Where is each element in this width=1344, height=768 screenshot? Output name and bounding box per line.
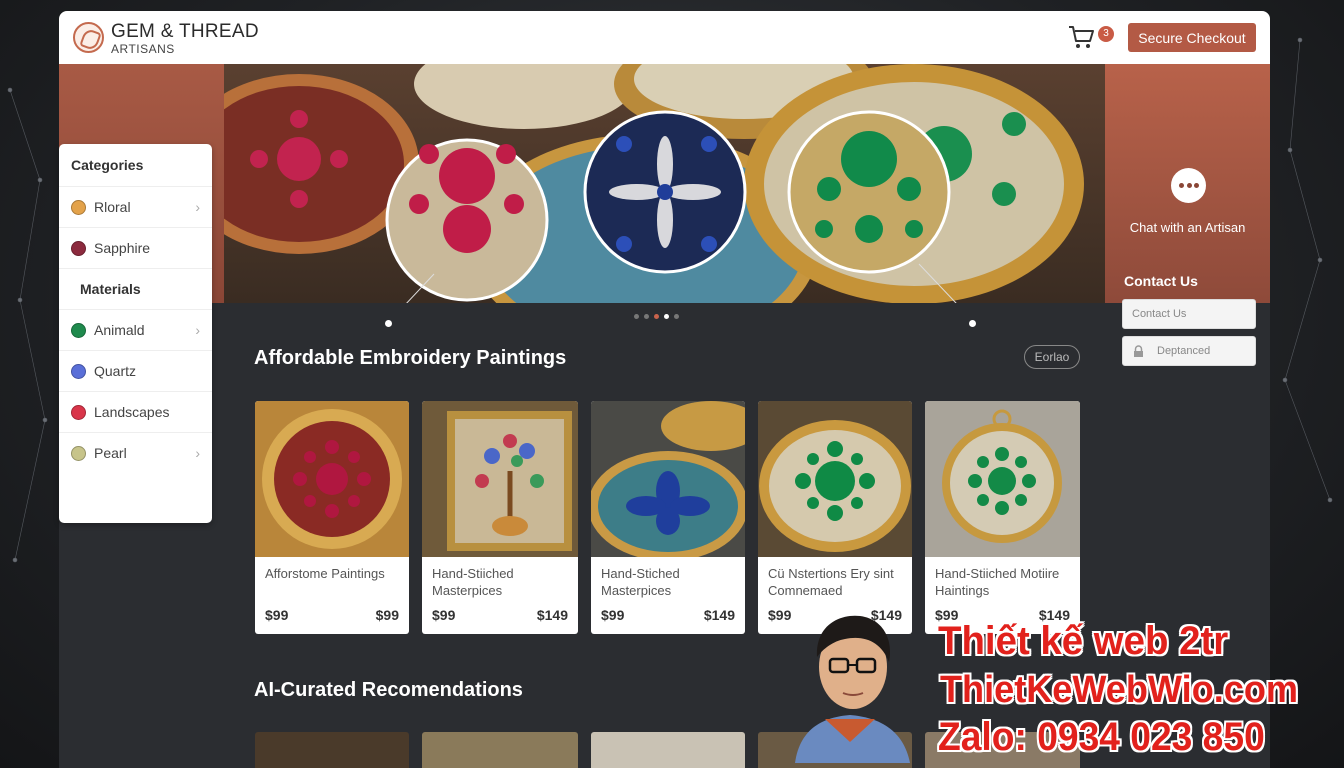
brand-name: GEM & THREAD [111,21,259,42]
sidebar-item-sapphire[interactable]: Sapphire [59,227,212,268]
product-price: $99 [935,607,959,623]
brand[interactable]: GEM & THREAD ARTISANS [111,22,259,55]
hero-gem-illustration [224,64,1084,303]
categories-heading: Categories [71,157,144,173]
category-sidebar: Categories Rloral › Sapphire Materials A… [59,144,212,523]
color-swatch-icon [71,199,86,215]
sidebar-item-label: Quartz [94,363,137,379]
chevron-right-icon: › [195,445,200,461]
product-price: $99 [601,607,625,623]
color-swatch-icon [71,445,86,461]
explore-button[interactable]: Eorlao [1024,345,1080,369]
chat-bubble-icon[interactable] [1171,168,1206,203]
product-price: $99 [768,607,792,623]
header: GEM & THREAD ARTISANS 3 Secure Checkout [59,11,1270,64]
sidebar-item-rloral[interactable]: Rloral › [59,186,212,227]
product-name: Cü Nstertions Ery sint Comnemaed [768,566,894,598]
product-price-alt: $149 [870,607,902,623]
product-image [422,401,578,557]
product-name: Hand-Stiched Masterpices [601,566,680,598]
color-swatch-icon [71,240,86,256]
sidebar-item-label: Animald [94,322,145,338]
product-price-alt: $149 [536,607,568,623]
product-image [591,401,745,557]
hotspot-dot-left[interactable] [385,320,392,327]
contact-us-title: Contact Us [1124,273,1198,289]
chat-with-artisan-label[interactable]: Chat with an Artisan [1105,220,1270,235]
product-price: $99 [265,607,289,623]
recommendation-card[interactable] [758,732,912,768]
app-window: GEM & THREAD ARTISANS 3 Secure Checkout [59,11,1270,768]
product-price-alt: $149 [703,607,735,623]
product-card[interactable]: Hand-Stiched Masterpices $99 $149 [591,401,745,634]
hero-banner-image[interactable] [224,64,1105,303]
cart-icon[interactable] [1068,24,1096,50]
recommendation-card[interactable] [422,732,578,768]
secondary-input[interactable]: Deptanced [1122,336,1256,366]
product-price: $99 [432,607,456,623]
recommendation-card[interactable] [925,732,1080,768]
sidebar-item-label: Landscapes [94,404,170,420]
product-image [758,401,912,557]
chevron-right-icon: › [195,199,200,215]
logo-icon[interactable] [73,22,104,53]
recommendation-card[interactable] [255,732,409,768]
carousel-dot[interactable] [674,314,679,319]
product-card[interactable]: Cü Nstertions Ery sint Comnemaed $99 $14… [758,401,912,634]
secure-checkout-button[interactable]: Secure Checkout [1128,23,1256,52]
product-card[interactable]: Hand-Stiiched Masterpices $99 $149 [422,401,578,634]
carousel-indicators [634,314,679,319]
sidebar-item-label: Rloral [94,199,131,215]
product-image [925,401,1080,557]
hero-right-panel: Chat with an Artisan Contact Us [1105,64,1270,303]
carousel-dot[interactable] [654,314,659,319]
color-swatch-icon [71,363,86,379]
product-name: Hand-Stiiched Masterpices [432,566,514,598]
sidebar-item-landscapes[interactable]: Landscapes [59,391,212,432]
contact-us-input[interactable]: Contact Us [1122,299,1256,329]
chevron-right-icon: › [195,322,200,338]
sidebar-item-animald[interactable]: Animald › [59,309,212,350]
hotspot-dot-right[interactable] [969,320,976,327]
color-swatch-icon [71,322,86,338]
section-title-recommendations: AI-Curated Recomendations [254,679,523,701]
recommendation-card[interactable] [591,732,745,768]
materials-heading: Materials [59,268,212,309]
sidebar-item-quartz[interactable]: Quartz [59,350,212,391]
carousel-dot[interactable] [634,314,639,319]
product-price-alt: $149 [1038,607,1070,623]
brand-subtitle: ARTISANS [111,42,175,56]
product-price-alt: $99 [375,607,399,623]
lock-icon [1134,345,1143,357]
product-image [255,401,409,557]
sidebar-item-label: Sapphire [94,240,151,256]
section-title-affordable: Affordable Embroidery Paintings [254,347,567,369]
secondary-input-placeholder: Deptanced [1157,345,1211,357]
carousel-dot[interactable] [644,314,649,319]
sidebar-item-pearl[interactable]: Pearl › [59,432,212,473]
sidebar-item-label: Pearl [94,445,127,461]
cart-count-badge: 3 [1098,26,1114,42]
product-card[interactable]: Afforstome Paintings $99 $99 [255,401,409,634]
product-card[interactable]: Hand-Stiiched Motiire Haintings $99 $149 [925,401,1080,634]
color-swatch-icon [71,404,86,420]
product-name: Afforstome Paintings [265,566,385,581]
carousel-dot-active[interactable] [664,314,669,319]
product-name: Hand-Stiiched Motiire Haintings [935,566,1060,598]
